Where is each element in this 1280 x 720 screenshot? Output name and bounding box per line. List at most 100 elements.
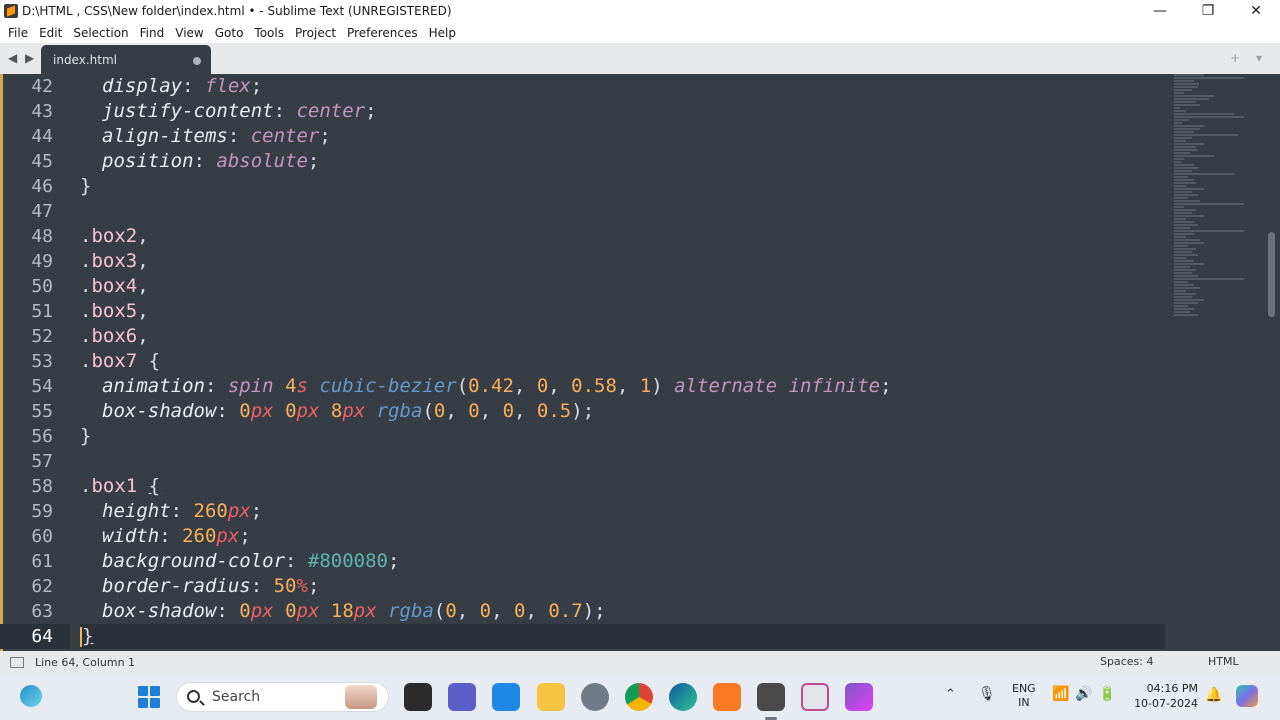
snipping-icon[interactable]	[801, 683, 829, 711]
minimap-line	[1174, 146, 1196, 148]
tray-overflow-icon[interactable]: ⌃	[945, 687, 956, 702]
syntax-selector[interactable]: HTML	[1208, 655, 1239, 668]
file-explorer-icon[interactable]	[404, 683, 432, 711]
panel-toggle-icon[interactable]	[10, 656, 24, 668]
menu-goto[interactable]: Goto	[211, 26, 251, 40]
widgets-icon[interactable]	[20, 685, 42, 707]
menu-selection[interactable]: Selection	[69, 26, 135, 40]
minimap-line	[1174, 131, 1194, 133]
menu-tools[interactable]: Tools	[250, 26, 291, 40]
minimap-line	[1174, 77, 1244, 79]
minimap-line	[1174, 155, 1214, 157]
code-line: .box1 {	[80, 475, 161, 497]
minimap-line	[1174, 254, 1198, 256]
minimap-line	[1174, 293, 1196, 295]
line-number: 46	[31, 176, 53, 197]
menu-file[interactable]: File	[4, 26, 35, 40]
menu-view[interactable]: View	[171, 26, 210, 40]
minimap-line	[1174, 158, 1184, 160]
menu-help[interactable]: Help	[425, 26, 463, 40]
minimap-line	[1174, 170, 1192, 172]
minimap-line	[1174, 308, 1194, 310]
minimap-line	[1174, 167, 1198, 169]
menu-edit[interactable]: Edit	[35, 26, 69, 40]
minimize-button[interactable]: —	[1136, 0, 1184, 22]
clock[interactable]: 04:16 PM 10-07-2024	[1132, 681, 1198, 711]
minimap-line	[1174, 188, 1204, 190]
minimap-line	[1174, 137, 1192, 139]
line-number: 43	[31, 101, 53, 122]
xampp-icon[interactable]	[713, 683, 741, 711]
minimap-line	[1174, 302, 1198, 304]
edge-icon[interactable]	[669, 683, 697, 711]
line-number: 56	[31, 426, 53, 447]
minimap-line	[1174, 221, 1194, 223]
code-line: animation: spin 4s cubic-bezier(0.42, 0,…	[102, 375, 892, 397]
line-number: 60	[31, 526, 53, 547]
code-editor[interactable]: 42 43 44 45 46 47 48 49 50 51 52 53 54 5…	[0, 74, 1280, 651]
minimap-line	[1174, 275, 1198, 277]
menu-project[interactable]: Project	[291, 26, 343, 40]
minimap-line	[1174, 98, 1209, 100]
taskbar-search[interactable]: Search	[176, 682, 389, 712]
folder-icon[interactable]	[537, 683, 565, 711]
cursor-position: Line 64, Column 1	[35, 655, 136, 669]
tab-index-html[interactable]: index.html	[41, 45, 211, 74]
minimap-line	[1174, 161, 1182, 163]
chrome-icon[interactable]	[625, 683, 653, 711]
microphone-icon[interactable]: 🎙	[978, 686, 996, 702]
menu-bar: File Edit Selection Find View Goto Tools…	[0, 22, 1280, 43]
settings-icon[interactable]	[581, 683, 609, 711]
code-line: .box3,	[80, 250, 149, 272]
tab-nav-arrows-icon[interactable]: ◀ ▶	[8, 51, 36, 65]
minimap-line	[1174, 89, 1192, 91]
tab-label: index.html	[53, 53, 117, 67]
code-line: background-color: #800080;	[102, 550, 400, 572]
code-line: }	[80, 175, 92, 197]
teams-icon[interactable]	[448, 683, 476, 711]
menu-find[interactable]: Find	[136, 26, 172, 40]
minimap-line	[1174, 107, 1180, 109]
line-number: 54	[31, 376, 53, 397]
minimap-line	[1174, 197, 1188, 199]
minimap-line	[1174, 209, 1196, 211]
menu-preferences[interactable]: Preferences	[343, 26, 425, 40]
wifi-volume-battery-icon[interactable]: 📶🔊🔋	[1052, 686, 1122, 702]
minimap-line	[1174, 179, 1194, 181]
start-button-icon[interactable]	[138, 686, 160, 708]
unsaved-dot-icon[interactable]	[193, 57, 201, 65]
sublime-icon[interactable]	[757, 683, 785, 720]
minimap-line	[1174, 266, 1190, 268]
minimap-line	[1174, 296, 1192, 298]
indentation-setting[interactable]: Spaces: 4	[1100, 655, 1153, 668]
clock-date: 10-07-2024	[1134, 697, 1198, 710]
line-number-gutter: 42 43 44 45 46 47 48 49 50 51 52 53 54 5…	[0, 74, 70, 649]
clapper-icon[interactable]	[845, 683, 873, 711]
minimap[interactable]	[1174, 74, 1264, 339]
minimap-line	[1174, 206, 1184, 208]
notification-bell-icon[interactable]: 🔔	[1205, 687, 1222, 703]
search-highlight-icon	[345, 685, 377, 709]
line-number-active: 64	[0, 624, 70, 649]
clock-time: 04:16 PM	[1146, 682, 1198, 695]
code-line: display: flex;	[102, 75, 263, 97]
line-number: 53	[31, 351, 53, 372]
window-title: D:\HTML , CSS\New folder\index.html • - …	[22, 4, 452, 18]
minimap-line	[1174, 149, 1198, 151]
store-icon[interactable]	[492, 683, 520, 711]
code-line: box-shadow: 0px 0px 8px rgba(0, 0, 0, 0.…	[102, 400, 595, 422]
code-line: justify-content: center;	[102, 100, 377, 122]
minimap-line	[1174, 245, 1188, 247]
minimap-line	[1174, 134, 1238, 136]
close-button[interactable]: ✕	[1232, 0, 1280, 22]
maximize-button[interactable]: ❐	[1184, 0, 1232, 22]
code-text-area[interactable]: display: flex; justify-content: center; …	[80, 74, 1165, 649]
vertical-scrollbar[interactable]	[1268, 232, 1275, 317]
new-tab-and-menu-icon[interactable]: + ▾	[1230, 51, 1268, 65]
minimap-line	[1174, 194, 1198, 196]
copilot-icon[interactable]	[1236, 685, 1258, 707]
minimap-line	[1174, 248, 1196, 250]
language-indicator[interactable]: ENG IN	[1012, 682, 1036, 710]
